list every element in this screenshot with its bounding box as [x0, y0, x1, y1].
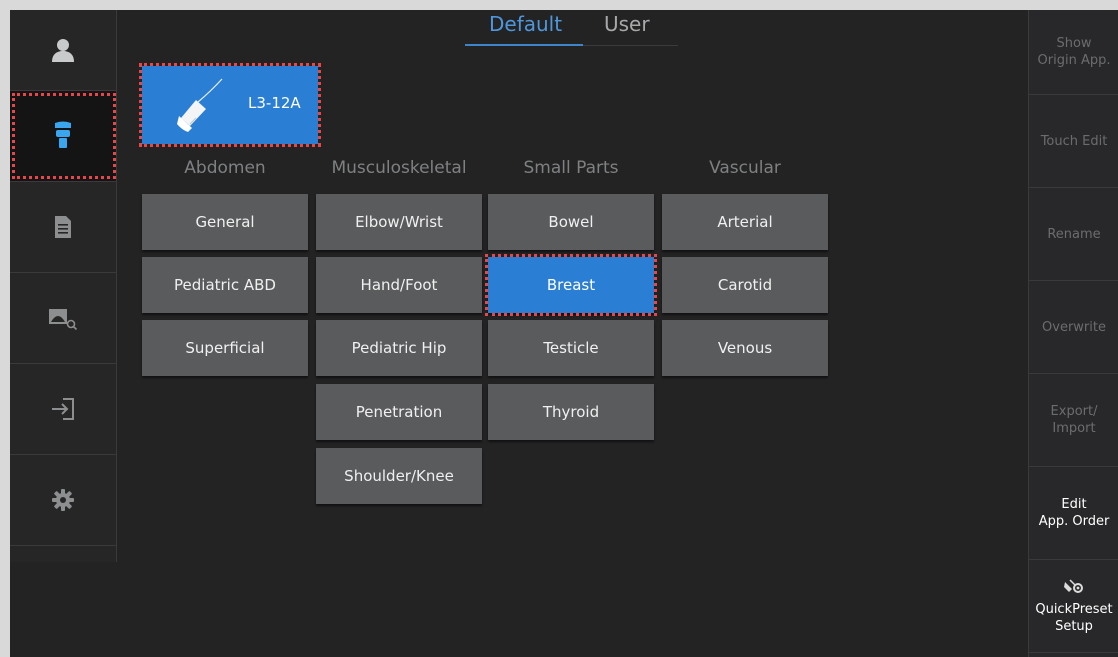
image-search-icon — [48, 306, 78, 330]
preset-general[interactable]: General — [142, 194, 308, 250]
sidebar-item-end-exam[interactable] — [10, 364, 116, 455]
exit-arrow-icon — [51, 398, 75, 420]
preset-breast[interactable]: Breast — [488, 257, 654, 313]
quickpreset-label: QuickPreset — [1035, 601, 1113, 617]
show-origin-app-button[interactable]: Show Origin App. — [1029, 10, 1118, 95]
sidebar-item-probe[interactable] — [10, 91, 116, 182]
preset-bowel[interactable]: Bowel — [488, 194, 654, 250]
tab-default[interactable]: Default — [489, 12, 562, 36]
probe-button[interactable]: L3-12A — [142, 66, 318, 144]
tab-user[interactable]: User — [604, 12, 650, 36]
preset-shoulder-knee[interactable]: Shoulder/Knee — [316, 448, 482, 504]
show-origin-label-2: Origin App. — [1037, 53, 1111, 68]
probe-gear-icon — [1064, 578, 1084, 599]
right-action-panel: Show Origin App. Touch Edit Rename Overw… — [1028, 10, 1118, 657]
sidebar-item-settings[interactable] — [10, 455, 116, 546]
show-origin-label-1: Show — [1056, 36, 1092, 51]
preset-pediatric-abd[interactable]: Pediatric ABD — [142, 257, 308, 313]
person-icon — [51, 37, 75, 63]
preset-hand-foot[interactable]: Hand/Foot — [316, 257, 482, 313]
sidebar-item-review[interactable] — [10, 273, 116, 364]
setup-label: Setup — [1055, 618, 1093, 634]
sidebar — [10, 10, 117, 562]
preset-testicle[interactable]: Testicle — [488, 320, 654, 376]
document-icon — [55, 216, 71, 238]
preset-thyroid[interactable]: Thyroid — [488, 384, 654, 440]
quickpreset-setup-button[interactable]: QuickPreset Setup — [1029, 560, 1118, 653]
rename-button[interactable]: Rename — [1029, 188, 1118, 281]
import-label: Import — [1052, 421, 1096, 436]
preset-tabs: Default User — [463, 10, 683, 50]
preset-screen: Default User L3-12A Abdomen Musculoskele… — [10, 10, 1118, 657]
overwrite-button[interactable]: Overwrite — [1029, 281, 1118, 374]
sidebar-item-report[interactable] — [10, 182, 116, 273]
probe-icon — [54, 121, 72, 151]
preset-penetration[interactable]: Penetration — [316, 384, 482, 440]
probe-label: L3-12A — [248, 94, 301, 112]
transducer-icon — [176, 78, 224, 138]
preset-superficial[interactable]: Superficial — [142, 320, 308, 376]
edit-label: Edit — [1061, 497, 1087, 512]
edit-app-order-button[interactable]: Edit App. Order — [1029, 467, 1118, 560]
preset-elbow-wrist[interactable]: Elbow/Wrist — [316, 194, 482, 250]
overwrite-label: Overwrite — [1042, 319, 1106, 335]
category-abdomen: Abdomen — [184, 158, 266, 178]
tab-divider — [583, 45, 678, 46]
category-small-parts: Small Parts — [523, 158, 619, 178]
rename-label: Rename — [1047, 226, 1101, 242]
touch-edit-label: Touch Edit — [1040, 133, 1108, 149]
category-musculoskeletal: Musculoskeletal — [331, 158, 467, 178]
preset-pediatric-hip[interactable]: Pediatric Hip — [316, 320, 482, 376]
preset-venous[interactable]: Venous — [662, 320, 828, 376]
active-tab-indicator — [465, 44, 583, 46]
preset-carotid[interactable]: Carotid — [662, 257, 828, 313]
sidebar-item-patient[interactable] — [10, 10, 116, 91]
touch-edit-button[interactable]: Touch Edit — [1029, 95, 1118, 188]
preset-arterial[interactable]: Arterial — [662, 194, 828, 250]
category-vascular: Vascular — [709, 158, 781, 178]
export-import-button[interactable]: Export/ Import — [1029, 374, 1118, 467]
export-label: Export/ — [1050, 404, 1098, 419]
gear-icon — [52, 489, 74, 511]
app-order-label: App. Order — [1038, 514, 1110, 529]
